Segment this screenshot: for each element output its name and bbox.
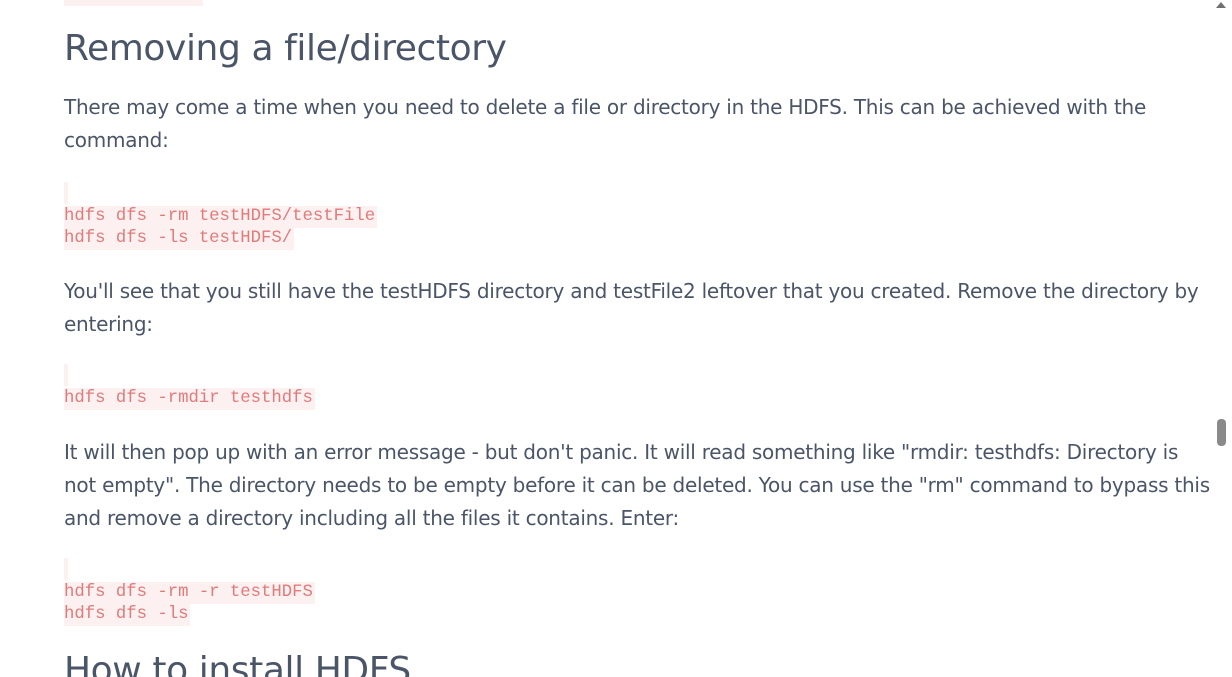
code-block-marker: [64, 364, 68, 386]
code-block-marker: [64, 182, 68, 204]
section-heading-removing: Removing a file/directory: [64, 28, 507, 69]
paragraph-error-message: It will then pop up with an error messag…: [64, 440, 1210, 530]
paragraph-remove-directory: You'll see that you still have the testH…: [64, 279, 1199, 336]
code-block-rm-file: hdfs dfs -rm testHDFS/testFile hdfs dfs …: [64, 206, 378, 250]
paragraph-delete-intro: There may come a time when you need to d…: [64, 95, 1147, 152]
code-line: hdfs dfs -ls: [64, 604, 191, 626]
code-block-rm-recursive: hdfs dfs -rm -r testHDFS hdfs dfs -ls: [64, 582, 315, 626]
code-line: hdfs dfs -ls testHDFS/: [64, 228, 295, 250]
code-block-rmdir: hdfs dfs -rmdir testhdfs: [64, 388, 315, 410]
vertical-scrollbar[interactable]: [1210, 0, 1232, 677]
code-line: hdfs dfs -rm -r testHDFS: [64, 582, 315, 604]
code-block-marker: [64, 558, 68, 580]
scroll-up-arrow-icon[interactable]: [1216, 2, 1226, 8]
code-line: hdfs dfs -rmdir testhdfs: [64, 388, 315, 410]
scrollbar-thumb[interactable]: [1217, 419, 1226, 446]
previous-code-block-fragment: [64, 0, 203, 6]
code-line: hdfs dfs -rm testHDFS/testFile: [64, 206, 378, 228]
section-heading-install: How to install HDFS: [64, 650, 411, 677]
